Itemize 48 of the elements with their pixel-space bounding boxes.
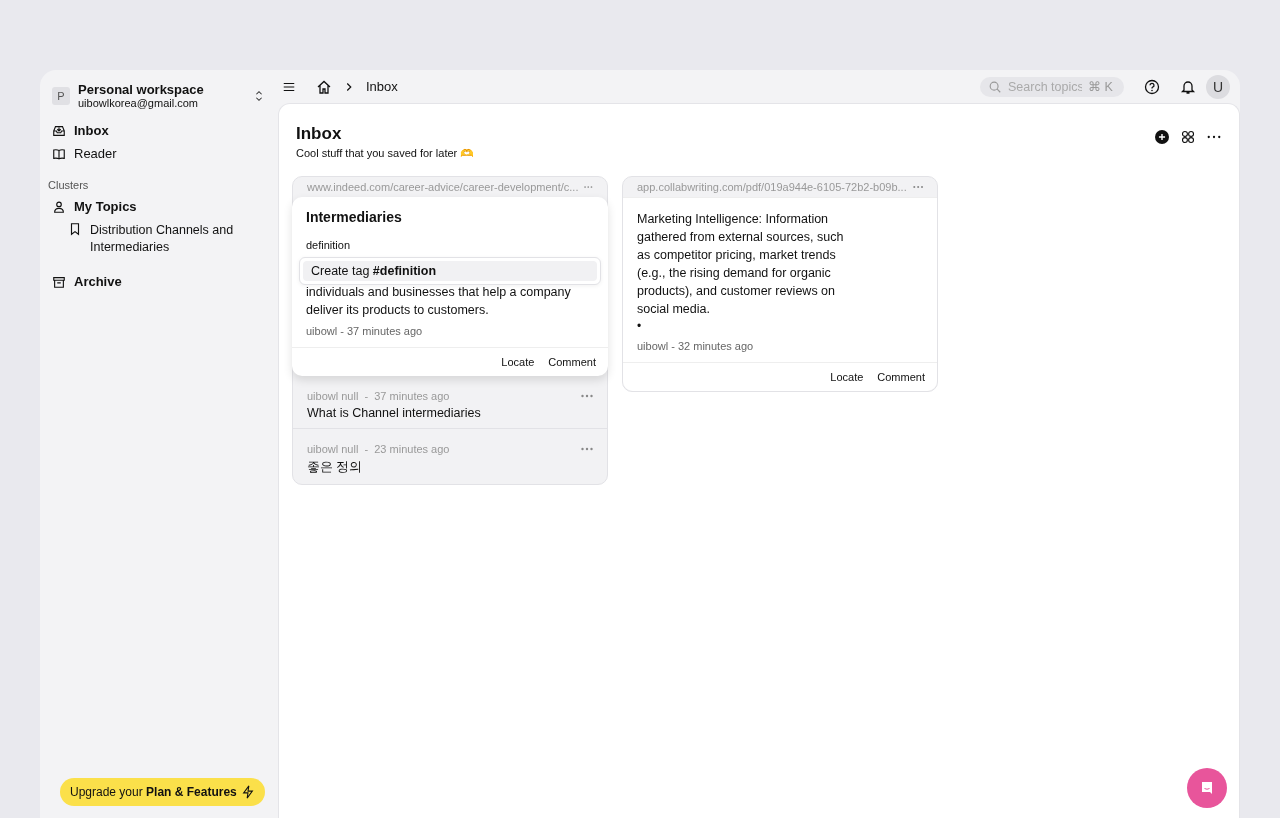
search-icon [988, 79, 1002, 94]
chat-icon [1199, 780, 1215, 796]
person-icon [52, 199, 66, 214]
more-icon [912, 185, 923, 189]
bell-icon [1180, 78, 1196, 95]
bullet-text: • [637, 318, 643, 334]
add-icon [1155, 130, 1169, 144]
action-button[interactable]: Comment [544, 354, 600, 370]
card-title: Intermediaries [306, 209, 403, 225]
page-subtitle: Cool stuff that you saved for later 🫶 [296, 147, 476, 160]
sidebar-item[interactable]: Archive [48, 270, 270, 293]
highlight-text: individuals and businesses that help a company deliver its products to customers. [306, 284, 572, 319]
comment-meta: uibowl null - 23 minutes ago [307, 443, 451, 455]
inbox-icon [52, 123, 66, 138]
highlight-text: Marketing Intelligence: Information gathered from external sources, such as competitor pricing, market trends (e.g., the rising demand for organic products), and customer reviews on social media. [637, 211, 845, 318]
menu-item[interactable]: Create tag #definition [303, 261, 597, 281]
archive-icon [52, 274, 66, 289]
action-button[interactable]: Locate [497, 354, 539, 370]
author-meta: uibowl - 37 minutes ago [306, 325, 424, 337]
upgrade-button[interactable]: Upgrade your Plan & Features [60, 778, 265, 806]
sidebar-item[interactable]: Inbox [48, 119, 270, 142]
section-heading: Clusters [48, 179, 90, 191]
workspace-name[interactable]: Personal workspace [78, 82, 244, 97]
sidebar-item[interactable]: Reader [48, 142, 270, 165]
action-button[interactable]: Comment [873, 369, 929, 385]
user-avatar[interactable]: U [1206, 74, 1230, 99]
bookmark-icon [68, 222, 82, 236]
breadcrumb-item[interactable]: Inbox [366, 79, 398, 94]
grid-icon [1181, 130, 1195, 144]
action-button[interactable]: Locate [826, 369, 868, 385]
author-meta: uibowl - 32 minutes ago [637, 340, 755, 352]
home-icon [316, 78, 332, 95]
more-icon [581, 394, 593, 398]
page-title: Inbox [296, 124, 343, 144]
shortcut-hint: ⌘ K [1088, 79, 1113, 94]
chat-button[interactable] [1187, 768, 1227, 808]
more-icon [581, 447, 593, 451]
comment-meta: uibowl null - 37 minutes ago [307, 390, 451, 402]
lightning-icon [240, 785, 255, 799]
workspace-email: uibowlkorea@gmail.com [78, 97, 199, 109]
sidebar-item[interactable]: Distribution Channels and Intermediaries [48, 218, 270, 260]
sidebar-item[interactable]: My Topics [48, 195, 270, 218]
book-icon [52, 146, 66, 161]
more-icon [584, 185, 593, 189]
help-icon [1144, 78, 1160, 95]
comment-text: What is Channel intermediaries [307, 406, 482, 420]
workspace-avatar: P [52, 86, 70, 105]
comment-text: 좋은 정의 [307, 459, 364, 476]
